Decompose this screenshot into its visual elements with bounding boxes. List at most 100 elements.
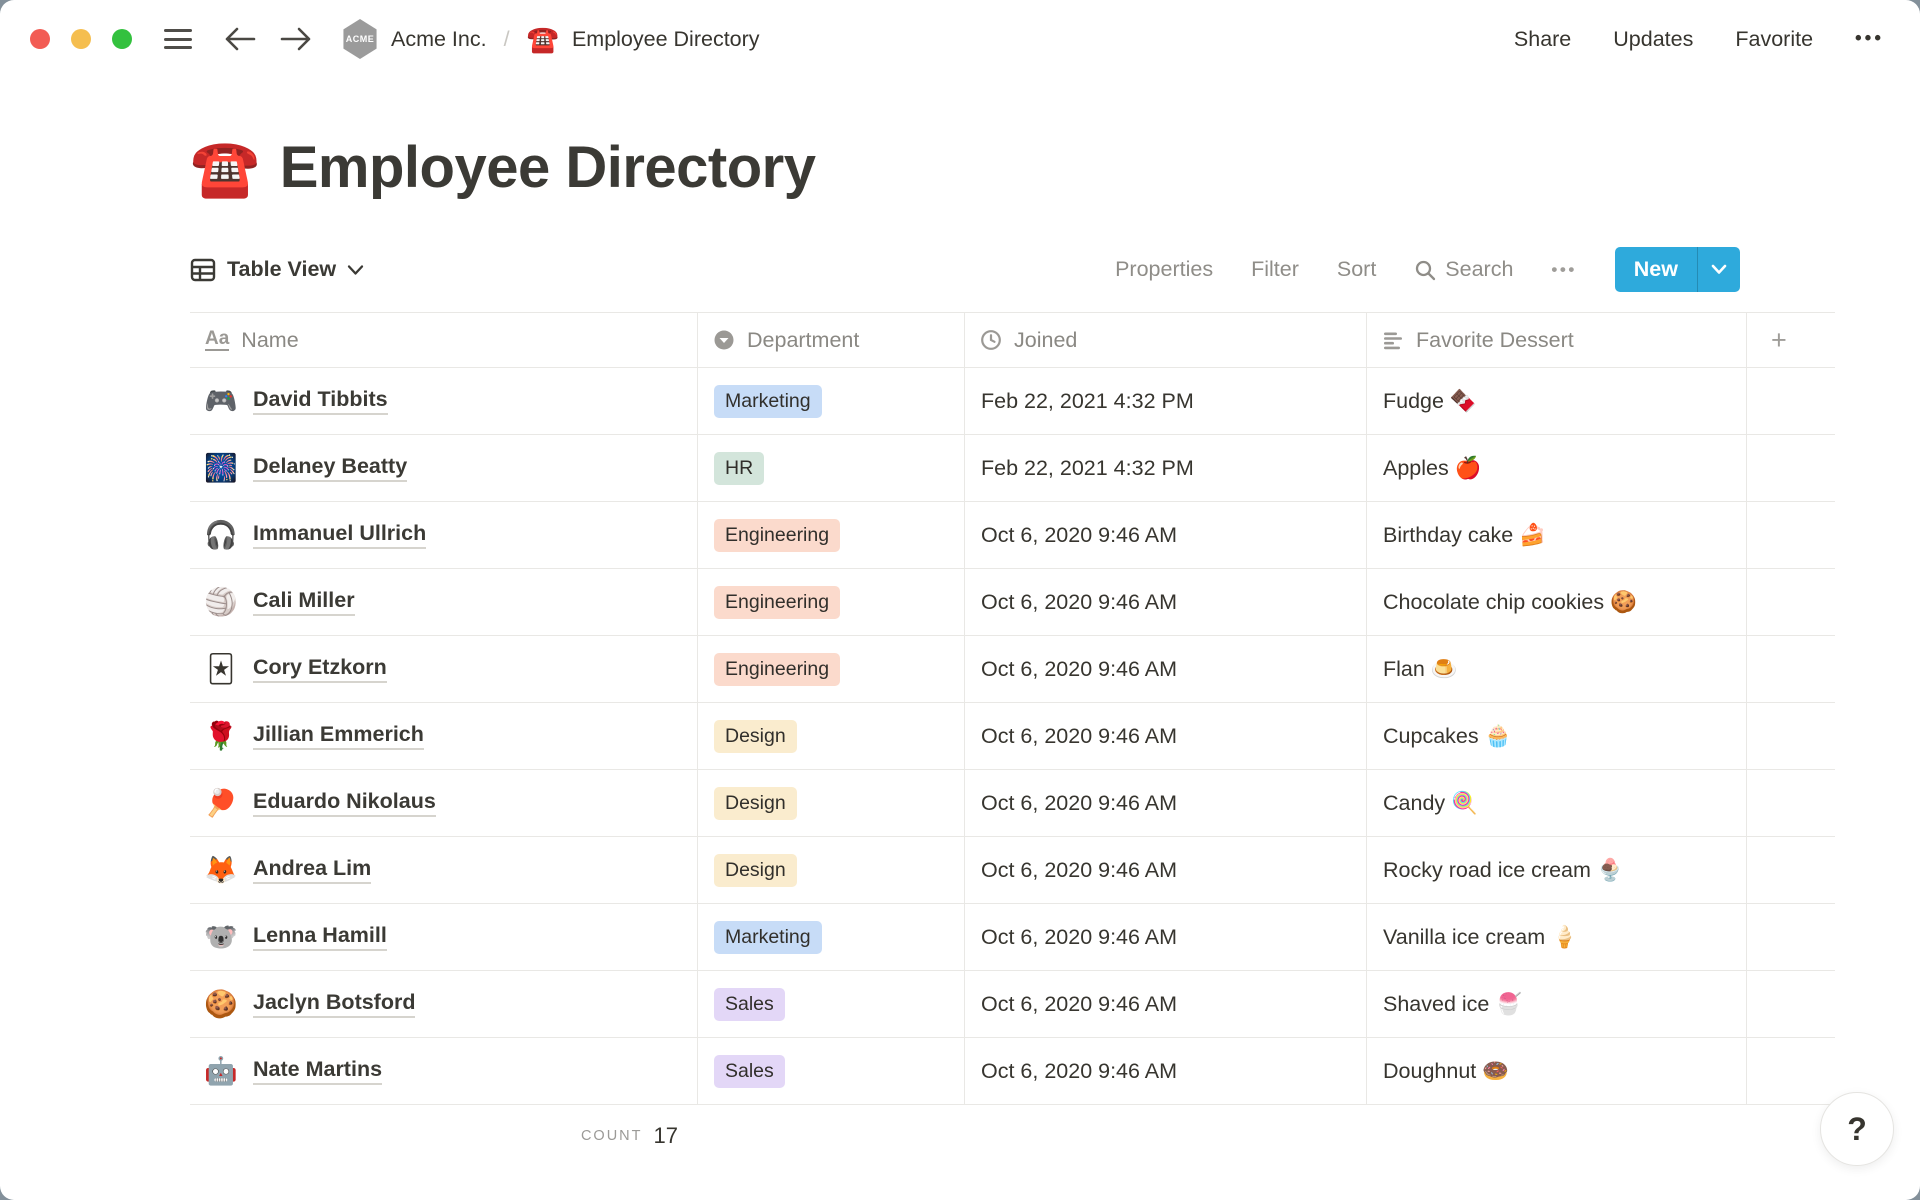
name-cell[interactable]: 🎧 Immanuel Ullrich [190, 502, 698, 568]
joined-cell[interactable]: Oct 6, 2020 9:46 AM [965, 837, 1367, 903]
department-cell[interactable]: HR [698, 435, 965, 501]
more-options-icon[interactable]: ••• [1855, 28, 1884, 50]
favorite-button[interactable]: Favorite [1735, 27, 1813, 52]
filter-button[interactable]: Filter [1251, 257, 1299, 282]
name-cell[interactable]: 🦊 Andrea Lim [190, 837, 698, 903]
dessert-cell[interactable]: Cupcakes 🧁 [1367, 703, 1747, 769]
row-extra-cell [1747, 368, 1835, 434]
dessert-cell[interactable]: Vanilla ice cream 🍦 [1367, 904, 1747, 970]
breadcrumb-page[interactable]: Employee Directory [572, 27, 760, 52]
department-cell[interactable]: Sales [698, 1038, 965, 1104]
dessert-cell[interactable]: Shaved ice 🍧 [1367, 971, 1747, 1037]
name-cell[interactable]: 🏐 Cali Miller [190, 569, 698, 635]
employee-name-link[interactable]: Andrea Lim [253, 856, 371, 884]
department-cell[interactable]: Marketing [698, 368, 965, 434]
breadcrumb-separator: / [504, 27, 510, 52]
window-controls [30, 29, 132, 49]
breadcrumb-workspace[interactable]: Acme Inc. [391, 27, 487, 52]
employee-name-link[interactable]: Nate Martins [253, 1057, 382, 1085]
close-window-button[interactable] [30, 29, 50, 49]
name-cell[interactable]: 🤖 Nate Martins [190, 1038, 698, 1104]
joined-cell[interactable]: Oct 6, 2020 9:46 AM [965, 502, 1367, 568]
row-extra-cell [1747, 703, 1835, 769]
share-button[interactable]: Share [1514, 27, 1571, 52]
name-cell[interactable]: 🎆 Delaney Beatty [190, 435, 698, 501]
department-cell[interactable]: Sales [698, 971, 965, 1037]
employee-name-link[interactable]: Jillian Emmerich [253, 722, 424, 750]
joined-cell[interactable]: Oct 6, 2020 9:46 AM [965, 636, 1367, 702]
dessert-cell[interactable]: Chocolate chip cookies 🍪 [1367, 569, 1747, 635]
help-button[interactable]: ? [1820, 1092, 1894, 1166]
chevron-down-icon [347, 264, 364, 276]
name-cell[interactable]: 🏓 Eduardo Nikolaus [190, 770, 698, 836]
joined-cell[interactable]: Feb 22, 2021 4:32 PM [965, 368, 1367, 434]
column-header-joined[interactable]: Joined [965, 313, 1367, 367]
dessert-cell[interactable]: Flan 🍮 [1367, 636, 1747, 702]
zoom-window-button[interactable] [112, 29, 132, 49]
joined-cell[interactable]: Oct 6, 2020 9:46 AM [965, 971, 1367, 1037]
name-cell[interactable]: 🍪 Jaclyn Botsford [190, 971, 698, 1037]
joined-cell[interactable]: Oct 6, 2020 9:46 AM [965, 1038, 1367, 1104]
name-cell[interactable]: 🐨 Lenna Hamill [190, 904, 698, 970]
joined-cell[interactable]: Oct 6, 2020 9:46 AM [965, 904, 1367, 970]
column-header-name[interactable]: Aa Name [190, 313, 698, 367]
dessert-cell[interactable]: Candy 🍭 [1367, 770, 1747, 836]
employee-name-link[interactable]: Delaney Beatty [253, 454, 407, 482]
employee-name-link[interactable]: David Tibbits [253, 387, 388, 415]
department-cell[interactable]: Marketing [698, 904, 965, 970]
forward-arrow-icon[interactable] [280, 26, 312, 52]
name-cell[interactable]: 🃏 Cory Etzkorn [190, 636, 698, 702]
department-cell[interactable]: Design [698, 703, 965, 769]
dessert-cell[interactable]: Birthday cake 🍰 [1367, 502, 1747, 568]
employee-name-link[interactable]: Eduardo Nikolaus [253, 789, 436, 817]
employee-name-link[interactable]: Lenna Hamill [253, 923, 387, 951]
table-row: 🐨 Lenna Hamill Marketing Oct 6, 2020 9:4… [190, 904, 1835, 971]
employee-name-link[interactable]: Cali Miller [253, 588, 355, 616]
updates-button[interactable]: Updates [1613, 27, 1693, 52]
page-title-emoji-icon[interactable]: ☎️ [190, 140, 260, 196]
table-body: 🎮 David Tibbits Marketing Feb 22, 2021 4… [190, 368, 1835, 1105]
employee-name-link[interactable]: Cory Etzkorn [253, 655, 387, 683]
department-cell[interactable]: Engineering [698, 636, 965, 702]
view-more-options-icon[interactable]: ••• [1551, 260, 1576, 280]
add-column-button[interactable]: + [1747, 313, 1835, 367]
sidebar-menu-icon[interactable] [164, 29, 192, 49]
column-header-department[interactable]: Department [698, 313, 965, 367]
name-cell[interactable]: 🌹 Jillian Emmerich [190, 703, 698, 769]
dessert-cell[interactable]: Fudge 🍫 [1367, 368, 1747, 434]
question-mark-icon: ? [1847, 1111, 1867, 1148]
back-arrow-icon[interactable] [224, 26, 256, 52]
joined-cell[interactable]: Oct 6, 2020 9:46 AM [965, 569, 1367, 635]
view-switcher[interactable]: Table View [190, 257, 364, 283]
department-cell[interactable]: Design [698, 770, 965, 836]
column-header-favorite-dessert[interactable]: Favorite Dessert [1367, 313, 1747, 367]
workspace-logo-icon[interactable]: ACME [342, 19, 378, 59]
count-value: 17 [654, 1123, 678, 1149]
employee-name-link[interactable]: Immanuel Ullrich [253, 521, 426, 549]
joined-value: Oct 6, 2020 9:46 AM [981, 992, 1177, 1017]
new-button-dropdown[interactable] [1697, 247, 1740, 292]
count-aggregate[interactable]: COUNT 17 [190, 1105, 698, 1167]
joined-cell[interactable]: Oct 6, 2020 9:46 AM [965, 703, 1367, 769]
search-button[interactable]: Search [1414, 257, 1513, 282]
joined-cell[interactable]: Feb 22, 2021 4:32 PM [965, 435, 1367, 501]
dessert-cell[interactable]: Apples 🍎 [1367, 435, 1747, 501]
dessert-value: Birthday cake 🍰 [1383, 523, 1546, 548]
new-button[interactable]: New [1615, 247, 1697, 292]
department-cell[interactable]: Design [698, 837, 965, 903]
employee-name-link[interactable]: Jaclyn Botsford [253, 990, 415, 1018]
title-property-icon: Aa [205, 329, 229, 351]
minimize-window-button[interactable] [71, 29, 91, 49]
table-row: 🦊 Andrea Lim Design Oct 6, 2020 9:46 AM … [190, 837, 1835, 904]
joined-cell[interactable]: Oct 6, 2020 9:46 AM [965, 770, 1367, 836]
row-extra-cell [1747, 435, 1835, 501]
dessert-cell[interactable]: Rocky road ice cream 🍨 [1367, 837, 1747, 903]
department-cell[interactable]: Engineering [698, 569, 965, 635]
page-title[interactable]: Employee Directory [280, 134, 816, 201]
name-cell[interactable]: 🎮 David Tibbits [190, 368, 698, 434]
sort-button[interactable]: Sort [1337, 257, 1376, 282]
dessert-cell[interactable]: Doughnut 🍩 [1367, 1038, 1747, 1104]
dessert-value: Chocolate chip cookies 🍪 [1383, 590, 1637, 615]
properties-button[interactable]: Properties [1115, 257, 1213, 282]
department-cell[interactable]: Engineering [698, 502, 965, 568]
